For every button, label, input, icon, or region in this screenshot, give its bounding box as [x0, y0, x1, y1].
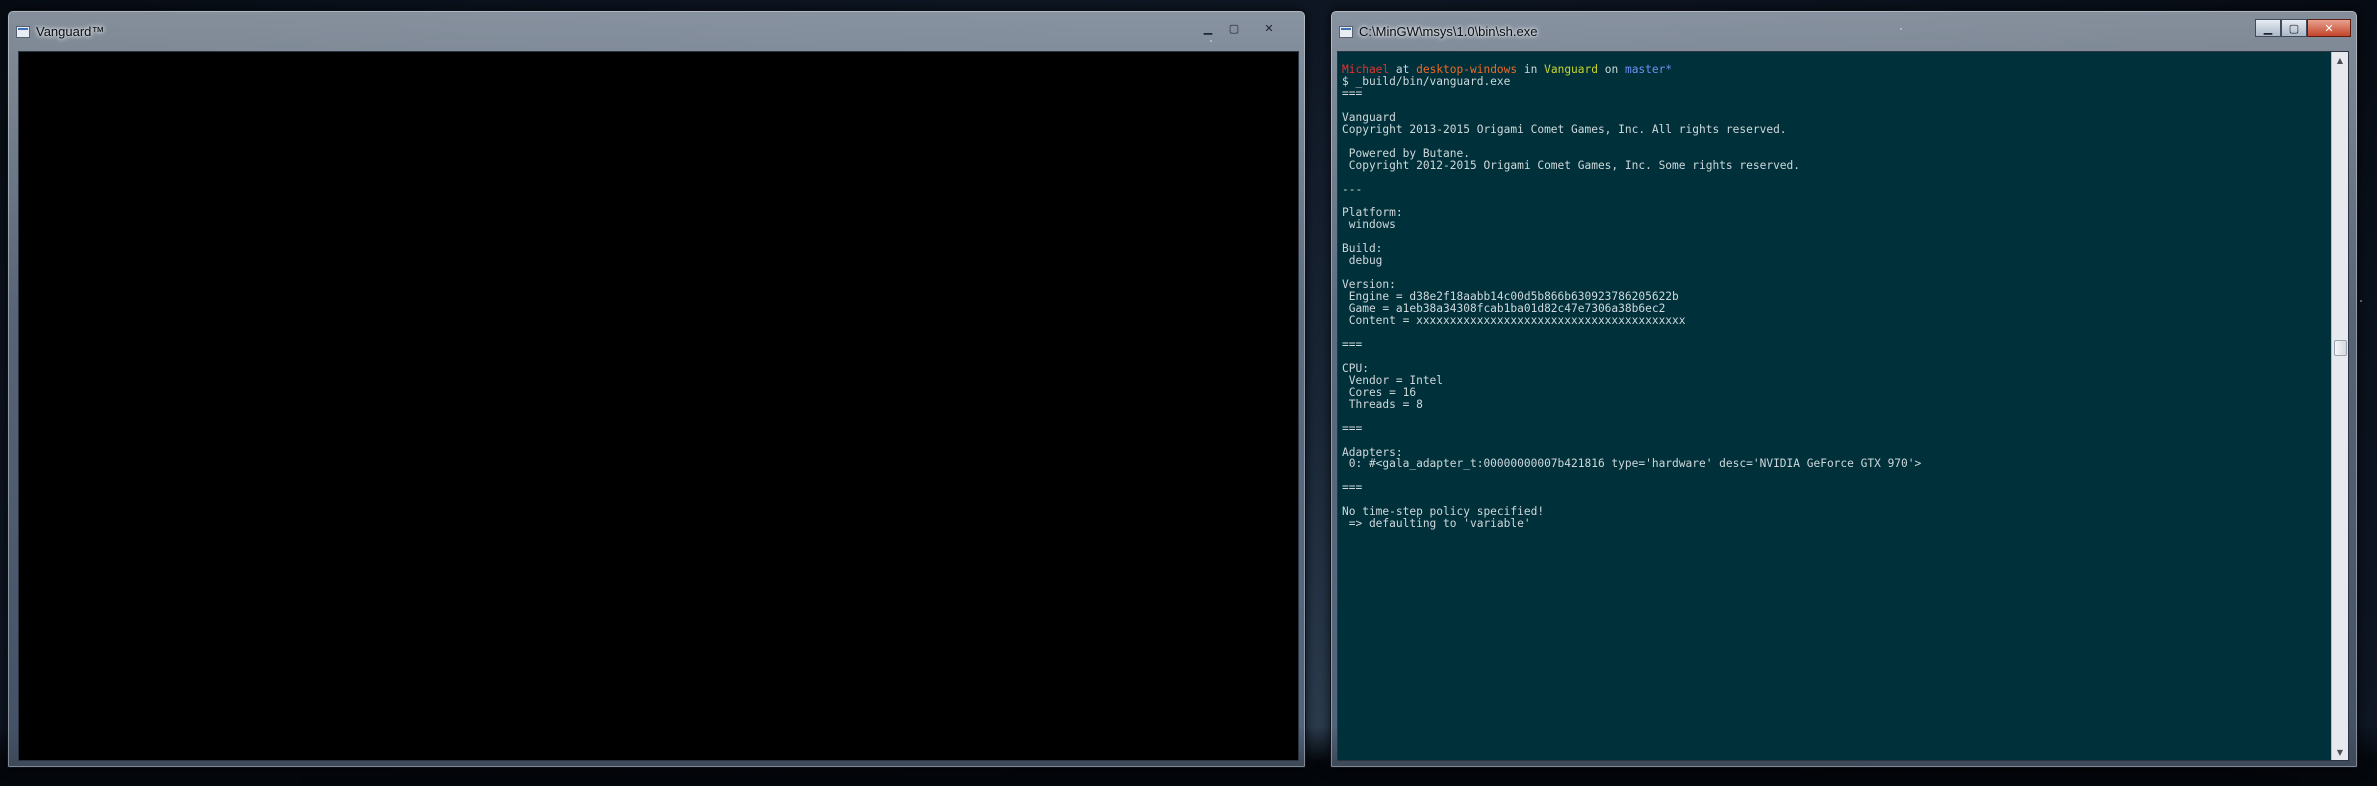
maximize-button[interactable]: ▢: [2281, 19, 2307, 37]
command-line: $ _build/bin/vanguard.exe: [1342, 74, 1511, 88]
terminal-line: Threads = 8: [1342, 397, 1423, 411]
minimize-button[interactable]: ▁: [1195, 19, 1221, 37]
window-title: Vanguard™: [36, 24, 105, 39]
output-lines: === Vanguard Copyright 2013-2015 Origami…: [1342, 87, 1921, 530]
game-window-titlebar[interactable]: Vanguard™ ▁ ▢ ✕: [8, 11, 1305, 51]
terminal-line: => defaulting to 'variable': [1342, 517, 1531, 531]
terminal-window-titlebar[interactable]: C:\MinGW\msys\1.0\bin\sh.exe ▁ ▢ ✕: [1331, 11, 2357, 51]
terminal-line: debug: [1342, 254, 1383, 268]
terminal-window[interactable]: C:\MinGW\msys\1.0\bin\sh.exe ▁ ▢ ✕ Micha…: [1330, 10, 2358, 768]
close-icon: ✕: [1264, 21, 1274, 35]
prompt-branch: master*: [1624, 63, 1673, 76]
console-window-icon[interactable]: [16, 26, 30, 38]
game-window[interactable]: Vanguard™ ▁ ▢ ✕: [7, 10, 1306, 768]
terminal-line: Content = xxxxxxxxxxxxxxxxxxxxxxxxxxxxxx…: [1342, 314, 1686, 328]
terminal-line: ===: [1342, 481, 1363, 495]
terminal-line: ===: [1342, 86, 1363, 100]
terminal-line: ===: [1342, 421, 1363, 435]
terminal-output[interactable]: Michael at desktop-windows in Vanguard o…: [1342, 64, 2330, 530]
close-icon: ✕: [2324, 21, 2334, 35]
scroll-thumb[interactable]: [2334, 340, 2347, 356]
maximize-icon: ▢: [1228, 21, 1240, 35]
minimize-button[interactable]: ▁: [2255, 19, 2281, 37]
terminal-line: 0: #<gala_adapter_t:00000000007b421816 t…: [1342, 457, 1922, 471]
maximize-button[interactable]: ▢: [1221, 19, 1247, 37]
minimize-icon: ▁: [2263, 21, 2273, 35]
game-render-area[interactable]: [18, 51, 1299, 761]
console-window-icon[interactable]: [1339, 26, 1353, 38]
scroll-down-arrow-icon[interactable]: ▼: [2332, 744, 2348, 760]
terminal-line: Copyright 2013-2015 Origami Comet Games,…: [1342, 122, 1787, 136]
maximize-icon: ▢: [2288, 21, 2300, 35]
close-button[interactable]: ✕: [2307, 19, 2351, 37]
prompt-dir: Vanguard: [1544, 63, 1598, 76]
terminal-line: ===: [1342, 337, 1363, 351]
scroll-up-arrow-icon[interactable]: ▲: [2332, 52, 2348, 68]
terminal-line: windows: [1342, 218, 1396, 232]
terminal-console[interactable]: Michael at desktop-windows in Vanguard o…: [1337, 51, 2349, 761]
close-button[interactable]: ✕: [1247, 19, 1291, 37]
prompt-on: on: [1598, 63, 1625, 76]
vertical-scrollbar[interactable]: ▲ ▼: [2331, 52, 2348, 760]
minimize-icon: ▁: [1203, 21, 1213, 35]
terminal-line: Copyright 2012-2015 Origami Comet Games,…: [1342, 158, 1801, 172]
prompt-in: in: [1517, 63, 1545, 76]
terminal-line: ---: [1342, 182, 1363, 196]
window-title: C:\MinGW\msys\1.0\bin\sh.exe: [1359, 24, 1538, 39]
